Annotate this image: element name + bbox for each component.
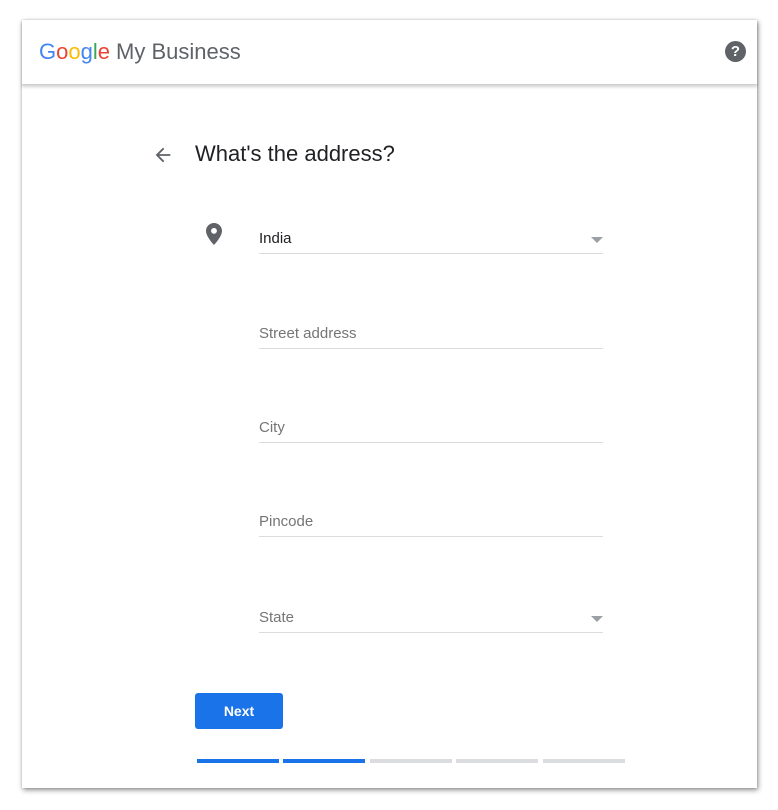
progress-step (543, 759, 625, 763)
city-placeholder: City (259, 419, 285, 436)
street-address-placeholder: Street address (259, 325, 357, 342)
back-arrow-icon[interactable] (152, 144, 174, 166)
location-pin-icon (206, 223, 222, 245)
state-select[interactable]: State (259, 600, 603, 633)
dropdown-arrow-icon (591, 616, 603, 622)
pincode-input[interactable]: Pincode (259, 504, 603, 537)
pincode-placeholder: Pincode (259, 513, 314, 530)
logo-letter: G (39, 39, 57, 64)
state-placeholder: State (259, 609, 295, 626)
progress-step (283, 759, 365, 763)
country-select[interactable]: India (259, 221, 603, 254)
city-input[interactable]: City (259, 410, 603, 443)
logo-letter: o (56, 39, 69, 64)
app-window: Google My Business ? What's the address? … (22, 20, 757, 788)
logo-letter: e (97, 39, 111, 64)
app-header: Google My Business ? (22, 20, 757, 85)
street-address-input[interactable]: Street address (259, 316, 603, 349)
progress-bar (197, 759, 625, 763)
product-name: My Business (116, 39, 241, 64)
google-my-business-logo[interactable]: Google My Business (39, 39, 241, 65)
progress-step (370, 759, 452, 763)
logo-letter: o (68, 39, 81, 64)
next-button[interactable]: Next (195, 693, 283, 729)
page-title: What's the address? (195, 141, 395, 166)
progress-step (197, 759, 279, 763)
progress-step (456, 759, 538, 763)
logo-letter: g (80, 39, 93, 64)
dropdown-arrow-icon (591, 237, 603, 243)
country-value: India (259, 230, 292, 247)
help-icon[interactable]: ? (725, 41, 746, 62)
